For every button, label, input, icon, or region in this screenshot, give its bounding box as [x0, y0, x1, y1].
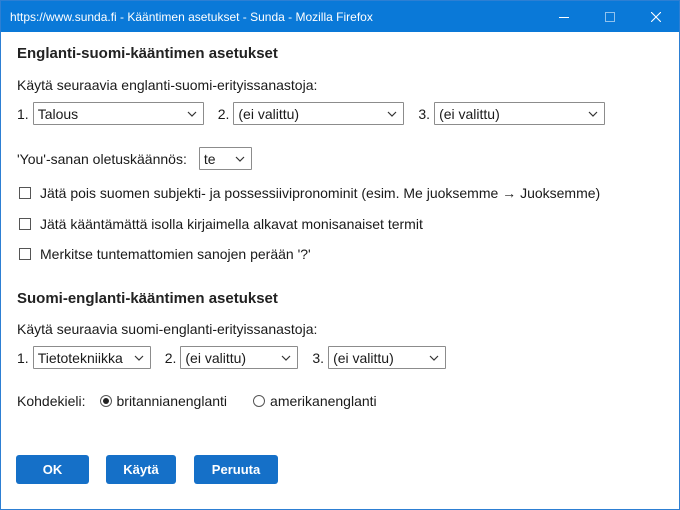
close-icon	[651, 11, 661, 22]
window-title: https://www.sunda.fi - Kääntimen asetuks…	[10, 9, 373, 24]
fi-en-heading: Suomi-englanti-kääntimen asetukset	[17, 290, 278, 307]
select-value: te	[203, 150, 216, 167]
dialog-content: Englanti-suomi-kääntimen asetukset Käytä…	[16, 32, 669, 509]
en-fi-vocab-select-1[interactable]: Talous	[32, 102, 204, 125]
select-value: (ei valittu)	[238, 105, 300, 122]
target-language-label: Kohdekieli:	[17, 393, 86, 409]
you-default-label: 'You'-sanan oletuskäännös:	[17, 150, 187, 167]
skip-capitalized-terms-option[interactable]: Jätä kääntämättä isolla kirjaimella alka…	[19, 216, 423, 232]
apply-button[interactable]: Käytä	[106, 455, 176, 484]
chevron-down-icon	[187, 111, 197, 117]
you-default-row: 'You'-sanan oletuskäännös: te	[17, 147, 266, 170]
select-value: Tietotekniikka	[37, 349, 123, 366]
radio-button[interactable]	[253, 395, 266, 407]
checkbox-label: Jätä kääntämättä isolla kirjaimella alka…	[40, 216, 423, 232]
en-fi-heading: Englanti-suomi-kääntimen asetukset	[17, 45, 278, 62]
select-value: Talous	[37, 105, 79, 122]
omit-pronouns-option[interactable]: Jätä pois suomen subjekti- ja possessiiv…	[19, 185, 600, 201]
fi-en-vocab-select-3[interactable]: (ei valittu)	[328, 346, 447, 369]
checkbox-label: Jätä pois suomen subjekti- ja possessiiv…	[40, 185, 601, 201]
select-value: (ei valittu)	[333, 349, 394, 366]
radio-british-english[interactable]: britannianenglanti	[99, 393, 228, 409]
fi-en-vocab-select-1[interactable]: Tietotekniikka	[32, 346, 151, 369]
target-language-row: Kohdekieli: britannianenglanti amerikane…	[17, 393, 377, 409]
radio-button[interactable]	[99, 395, 112, 407]
vocab-number: 3.	[312, 349, 325, 366]
radio-american-english[interactable]: amerikanenglanti	[253, 393, 377, 409]
vocab-number: 2.	[164, 349, 177, 366]
vocab-number: 1.	[17, 105, 29, 122]
close-button[interactable]	[633, 1, 679, 32]
ok-button[interactable]: OK	[16, 455, 89, 484]
en-fi-prompt: Käytä seuraavia englanti-suomi-erityissa…	[17, 77, 318, 93]
chevron-down-icon	[387, 111, 397, 117]
en-fi-vocab-select-3[interactable]: (ei valittu)	[434, 102, 606, 125]
mark-unknown-words-checkbox[interactable]	[19, 248, 31, 260]
radio-selected-dot	[102, 398, 109, 404]
chevron-down-icon	[281, 355, 291, 361]
fi-en-prompt: Käytä seuraavia suomi-englanti-erityissa…	[17, 321, 318, 337]
fi-en-vocab-selects: 1. Tietotekniikka 2. (ei valittu) 3. (ei…	[17, 346, 447, 369]
skip-capitalized-terms-checkbox[interactable]	[19, 218, 31, 230]
omit-pronouns-checkbox[interactable]	[19, 187, 31, 199]
radio-label: amerikanenglanti	[270, 393, 377, 409]
checkbox-label: Merkitse tuntemattomien sanojen perään '…	[40, 246, 311, 262]
fi-en-vocab-select-2[interactable]: (ei valittu)	[180, 346, 299, 369]
vocab-number: 2.	[217, 105, 230, 122]
en-fi-vocab-select-2[interactable]: (ei valittu)	[233, 102, 405, 125]
chevron-down-icon	[429, 355, 439, 361]
chevron-down-icon	[134, 355, 144, 361]
mark-unknown-words-option[interactable]: Merkitse tuntemattomien sanojen perään '…	[19, 246, 311, 262]
chevron-down-icon	[235, 156, 245, 162]
window-controls	[541, 1, 679, 32]
cancel-button[interactable]: Peruuta	[194, 455, 278, 484]
vocab-number: 3.	[418, 105, 431, 122]
title-bar[interactable]: https://www.sunda.fi - Kääntimen asetuks…	[1, 1, 679, 32]
select-value: (ei valittu)	[439, 105, 500, 122]
minimize-icon	[559, 16, 569, 18]
minimize-button[interactable]	[541, 1, 587, 32]
dialog-window: https://www.sunda.fi - Kääntimen asetuks…	[0, 0, 680, 510]
maximize-button	[587, 1, 633, 32]
you-default-select[interactable]: te	[198, 147, 252, 170]
radio-label: britannianenglanti	[116, 393, 228, 409]
maximize-icon	[605, 11, 615, 22]
en-fi-vocab-selects: 1. Talous 2. (ei valittu) 3. (ei valittu…	[17, 102, 606, 125]
select-value: (ei valittu)	[185, 349, 247, 366]
chevron-down-icon	[588, 111, 598, 117]
vocab-number: 1.	[17, 349, 29, 366]
